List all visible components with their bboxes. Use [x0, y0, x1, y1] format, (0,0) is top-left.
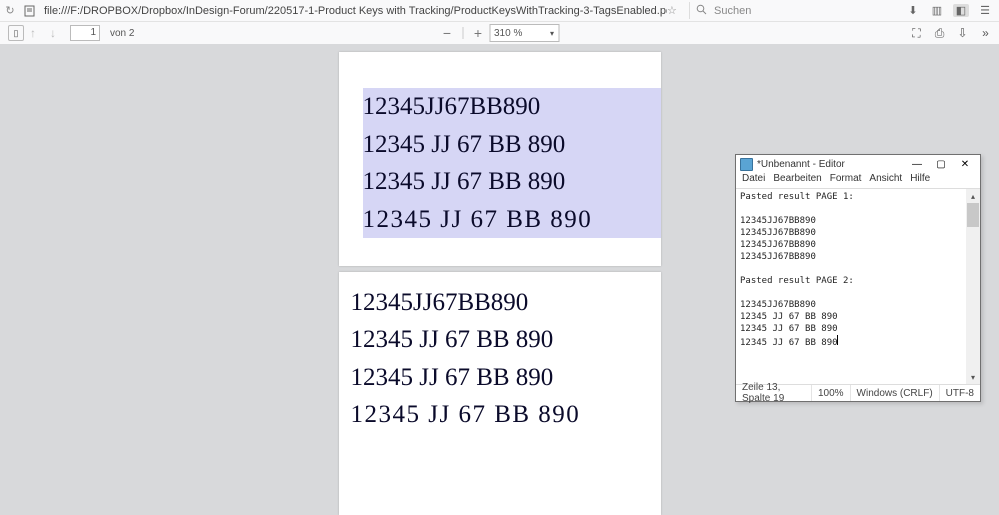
search-icon: [696, 4, 710, 18]
scroll-up-icon[interactable]: ▴: [966, 189, 980, 203]
status-cursor: Zeile 13, Spalte 19: [736, 385, 812, 401]
print-icon[interactable]: ⎙: [932, 26, 947, 41]
pdf-page-2: 12345JJ67BB890 12345 JJ 67 BB 890 12345 …: [339, 272, 661, 515]
toolbar-right: ⬇ ▥ ◧ ☰: [905, 4, 999, 17]
notepad-icon: [740, 158, 753, 171]
pdf-text-line[interactable]: 12345 JJ 67 BB 890: [363, 163, 661, 201]
doc-icon: [22, 4, 36, 18]
browser-bar: ↻ file:///F:/DROPBOX/Dropbox/InDesign-Fo…: [0, 0, 999, 22]
scrollbar-vertical[interactable]: ▴ ▾: [966, 189, 980, 384]
page-of-label: von 2: [106, 28, 138, 39]
pdf-text-line[interactable]: 12345JJ67BB890: [363, 88, 661, 126]
notepad-titlebar[interactable]: *Unbenannt - Editor — ▢ ✕: [736, 155, 980, 173]
url-bar[interactable]: file:///F:/DROPBOX/Dropbox/InDesign-Foru…: [40, 5, 667, 17]
pdf-text-line[interactable]: 12345 JJ 67 BB 890: [351, 321, 661, 359]
tools-icon[interactable]: »: [978, 26, 993, 40]
presentation-icon[interactable]: ⛶: [909, 26, 924, 41]
notepad-menu: Datei Bearbeiten Format Ansicht Hilfe: [736, 173, 980, 188]
maximize-button[interactable]: ▢: [930, 157, 952, 172]
pdf-page-1: 12345JJ67BB890 12345 JJ 67 BB 890 12345 …: [339, 52, 661, 266]
notepad-title: *Unbenannt - Editor: [757, 159, 906, 170]
zoom-select[interactable]: 310 % ▾: [489, 24, 559, 42]
pdf-text-line[interactable]: 12345JJ67BB890: [351, 284, 661, 322]
pdf-text-line[interactable]: 12345 JJ 67 BB 890: [363, 201, 661, 239]
menu-help[interactable]: Hilfe: [910, 173, 930, 188]
scroll-down-icon[interactable]: ▾: [966, 370, 980, 384]
reload-button[interactable]: ↻: [0, 4, 20, 17]
search-box[interactable]: Suchen: [689, 2, 901, 19]
download-pdf-icon[interactable]: ⇩: [955, 26, 970, 40]
zoom-out-button[interactable]: −: [440, 26, 454, 40]
notepad-statusbar: Zeile 13, Spalte 19 100% Windows (CRLF) …: [736, 384, 980, 401]
status-encoding: UTF-8: [940, 385, 980, 401]
separator: [462, 27, 463, 39]
menu-format[interactable]: Format: [830, 173, 862, 188]
pdf-text-line[interactable]: 12345 JJ 67 BB 890: [363, 126, 661, 164]
notepad-body[interactable]: Pasted result PAGE 1: 12345JJ67BB890 123…: [736, 188, 980, 384]
sidebar-icon[interactable]: ◧: [953, 4, 969, 17]
download-icon[interactable]: ⬇: [905, 4, 921, 17]
pdf-text-line[interactable]: 12345 JJ 67 BB 890: [351, 396, 661, 434]
notepad-window[interactable]: *Unbenannt - Editor — ▢ ✕ Datei Bearbeit…: [735, 154, 981, 402]
page-up-button[interactable]: ↑: [30, 26, 44, 40]
search-placeholder: Suchen: [714, 5, 751, 17]
pdf-text-line[interactable]: 12345 JJ 67 BB 890: [351, 359, 661, 397]
menu-edit[interactable]: Bearbeiten: [773, 173, 821, 188]
pdf-toolbar: ▯ ↑ ↓ 1 von 2 − + 310 % ▾ ⛶ ⎙ ⇩ »: [0, 22, 999, 45]
sidebar-toggle[interactable]: ▯: [8, 25, 24, 41]
chevron-down-icon: ▾: [550, 29, 554, 38]
bookmark-icon[interactable]: ☆: [667, 4, 685, 17]
status-zoom: 100%: [812, 385, 851, 401]
close-button[interactable]: ✕: [954, 157, 976, 172]
status-eol: Windows (CRLF): [851, 385, 940, 401]
notepad-text[interactable]: Pasted result PAGE 1: 12345JJ67BB890 123…: [736, 189, 980, 384]
zoom-in-button[interactable]: +: [471, 26, 485, 40]
minimize-button[interactable]: —: [906, 157, 928, 172]
zoom-value: 310 %: [494, 28, 522, 39]
library-icon[interactable]: ▥: [929, 4, 945, 17]
menu-view[interactable]: Ansicht: [869, 173, 902, 188]
page-input[interactable]: 1: [70, 25, 100, 41]
scrollbar-thumb[interactable]: [967, 203, 979, 227]
page-down-button[interactable]: ↓: [50, 26, 64, 40]
menu-file[interactable]: Datei: [742, 173, 765, 188]
account-icon[interactable]: ☰: [977, 4, 993, 17]
